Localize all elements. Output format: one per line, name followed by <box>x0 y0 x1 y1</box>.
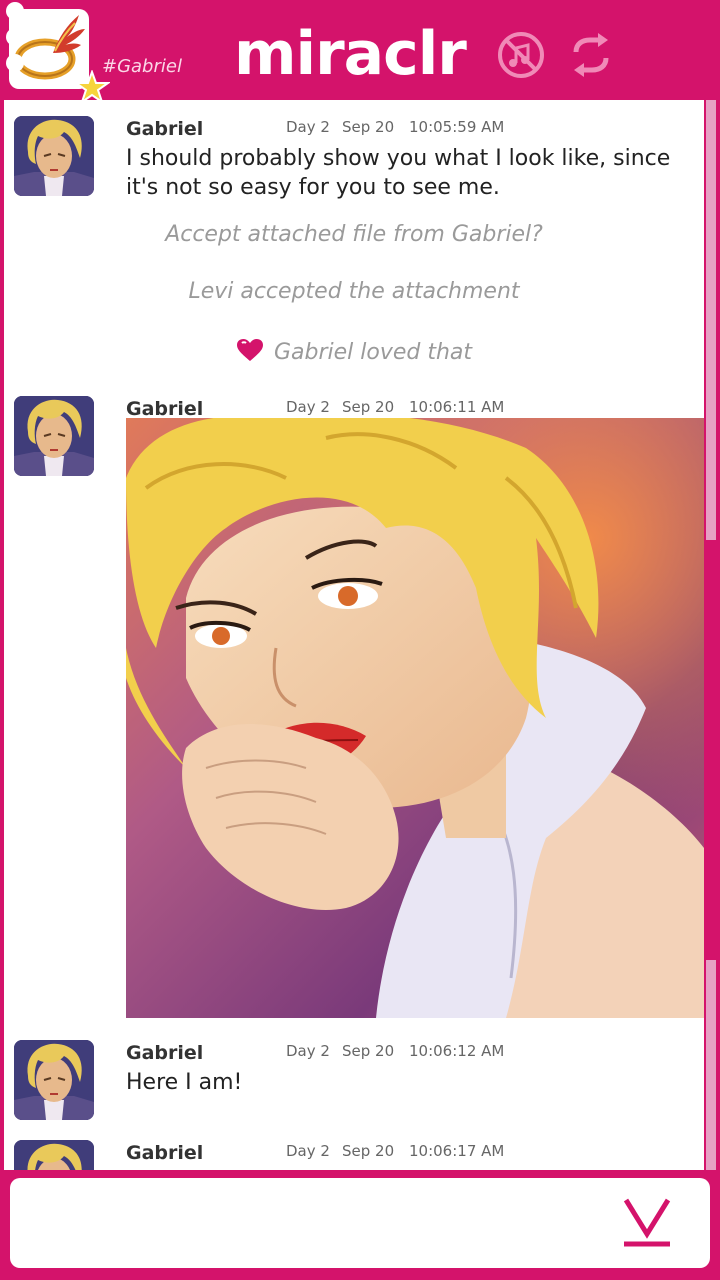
avatar[interactable] <box>14 116 94 196</box>
portrait-image[interactable] <box>126 418 704 1018</box>
loved-text: Gabriel loved that <box>273 340 473 365</box>
avatar[interactable] <box>14 396 94 476</box>
channel-name: #Gabriel <box>102 56 182 77</box>
sender-name: Gabriel <box>126 398 204 420</box>
app-header: #Gabriel miraclr <box>0 0 720 105</box>
sender-name: Gabriel <box>126 1042 204 1064</box>
avatar[interactable] <box>14 1040 94 1120</box>
sender-name: Gabriel <box>126 1142 204 1164</box>
message-date: Sep 20 <box>342 398 395 416</box>
reply-bar[interactable] <box>10 1178 710 1268</box>
message-text: Here I am! <box>126 1070 243 1095</box>
message-date: Sep 20 <box>342 118 395 136</box>
message-time: 10:06:12 AM <box>409 1042 505 1060</box>
chat-scrollbar[interactable] <box>706 100 716 1170</box>
message-day: Day 2 <box>286 118 330 136</box>
avatar[interactable] <box>14 1140 94 1170</box>
chevron-down-icon[interactable] <box>620 1196 674 1248</box>
music-muted-icon[interactable] <box>496 30 546 80</box>
message-date: Sep 20 <box>342 1142 395 1160</box>
app-title: miraclr <box>234 19 467 89</box>
chat-panel[interactable]: Gabriel Day 2 Sep 20 10:05:59 AM I shoul… <box>4 100 704 1170</box>
sync-icon[interactable] <box>566 30 616 80</box>
message-day: Day 2 <box>286 398 330 416</box>
scroll-thumb[interactable] <box>706 540 716 960</box>
message-time: 10:06:11 AM <box>409 398 505 416</box>
heart-icon <box>236 339 263 361</box>
accept-attachment-prompt[interactable]: Accept attached file from Gabriel? <box>4 222 704 247</box>
message-time: 10:05:59 AM <box>409 118 505 136</box>
message-text: I should probably show you what I look l… <box>126 146 671 200</box>
message-day: Day 2 <box>286 1042 330 1060</box>
message-time: 10:06:17 AM <box>409 1142 505 1160</box>
message-day: Day 2 <box>286 1142 330 1160</box>
attachment-accepted-notice: Levi accepted the attachment <box>188 279 520 304</box>
loved-notice: Gabriel loved that <box>4 338 704 365</box>
message-date: Sep 20 <box>342 1042 395 1060</box>
sender-name: Gabriel <box>126 118 204 140</box>
